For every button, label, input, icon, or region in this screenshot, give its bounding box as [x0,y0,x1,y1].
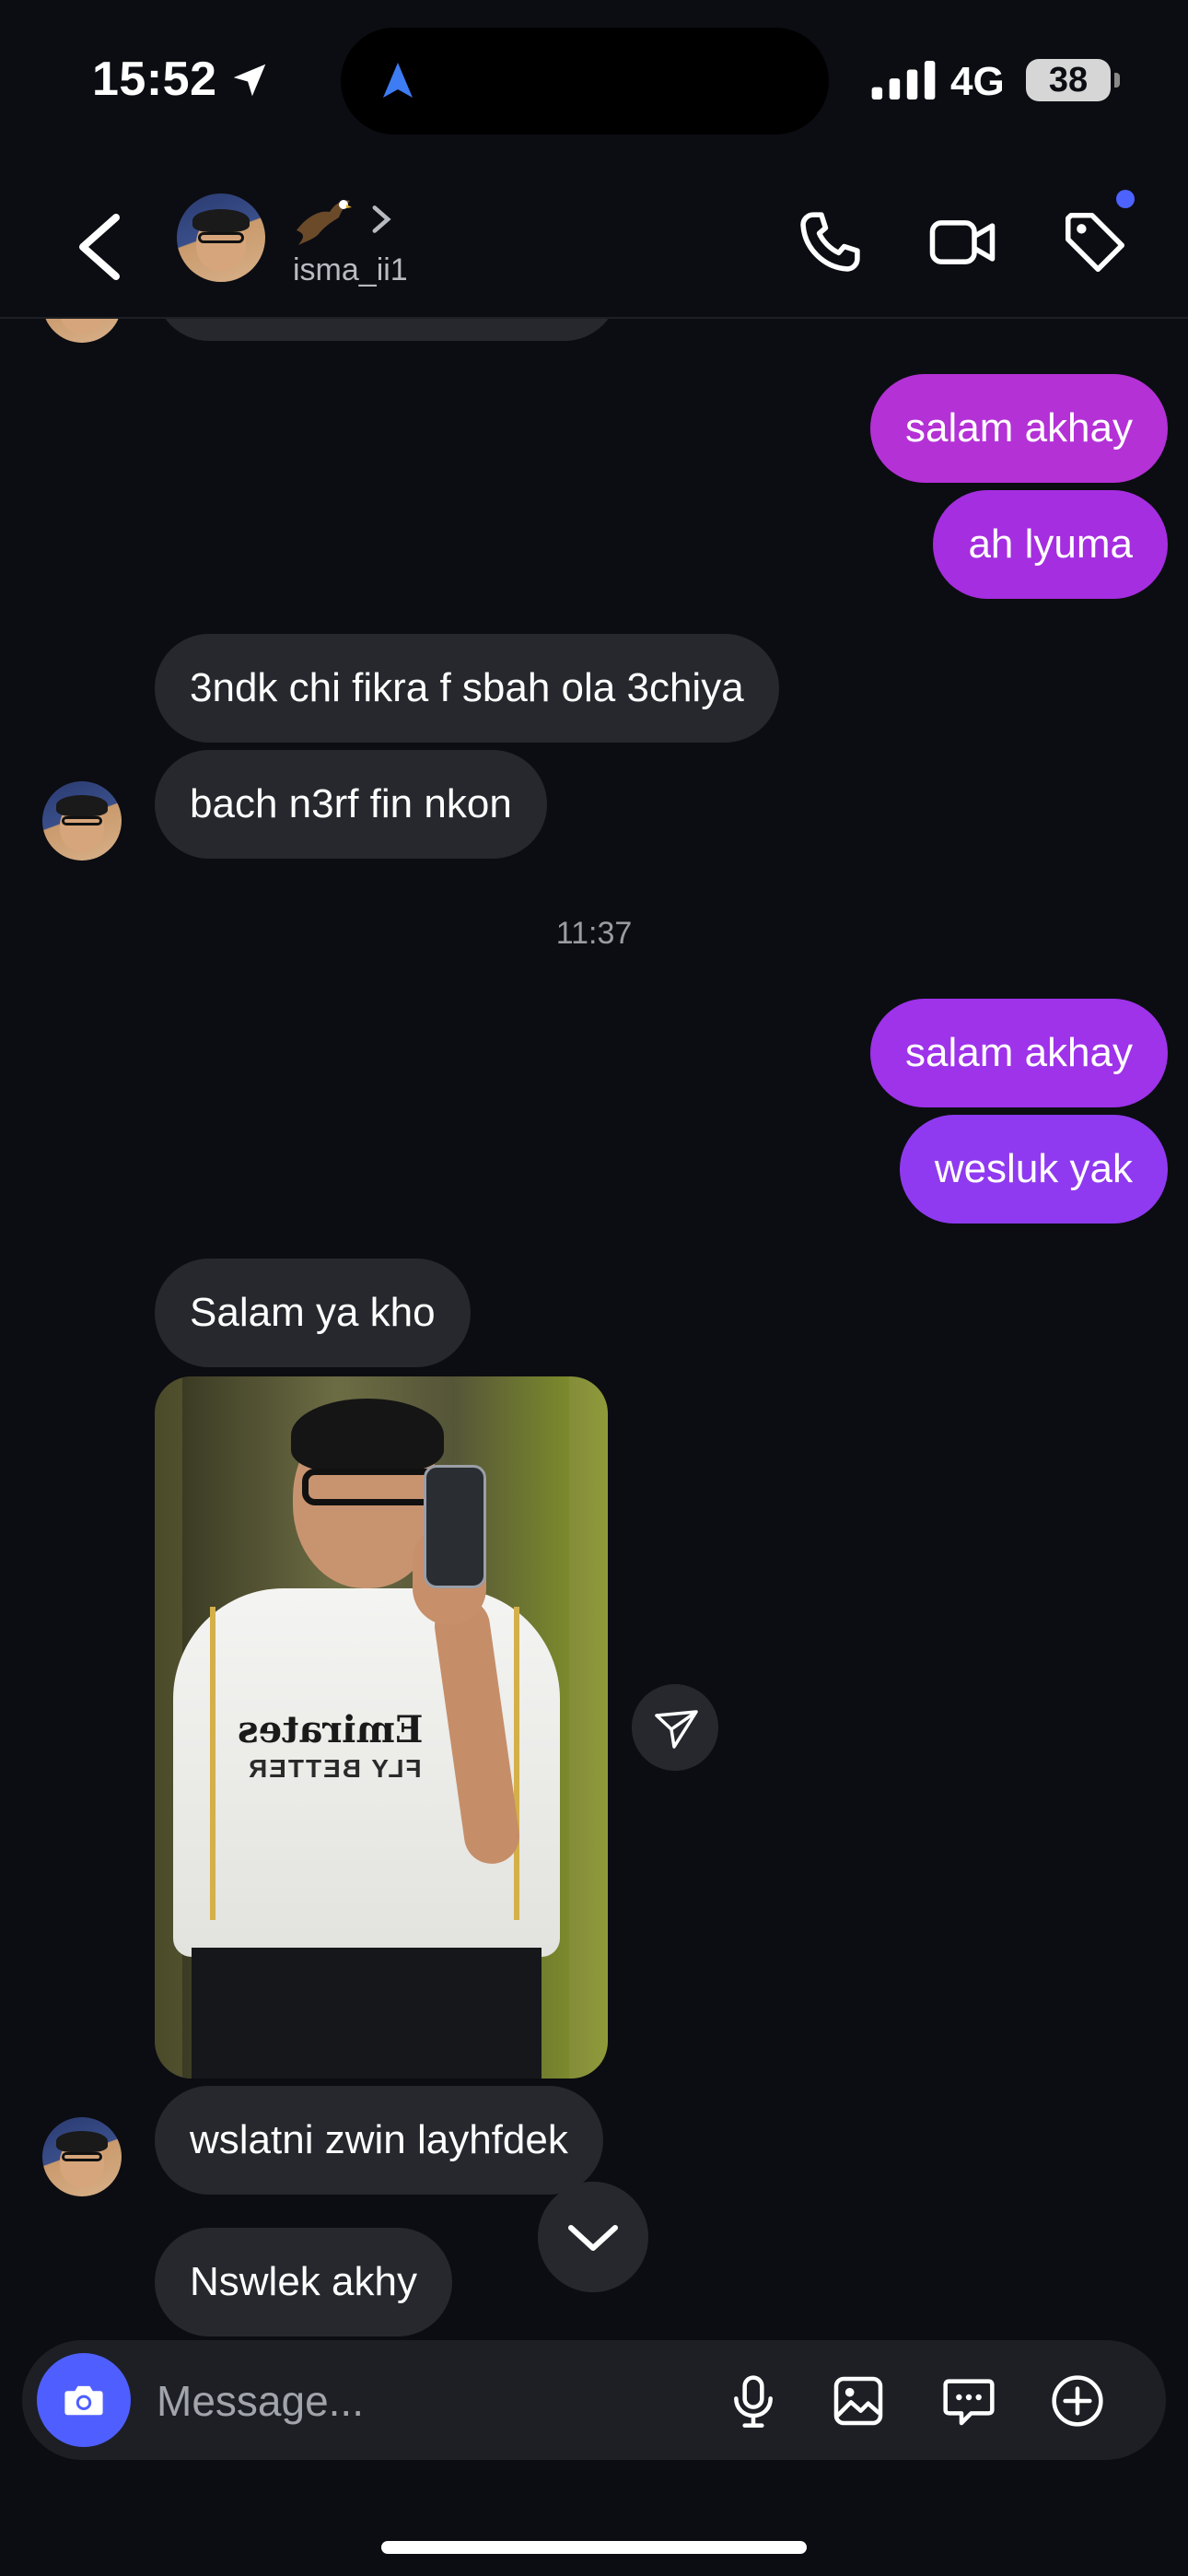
photo-phone [424,1465,486,1588]
battery-nub [1114,73,1120,88]
home-indicator[interactable] [381,2541,807,2554]
sent-message[interactable]: salam akhay [869,374,1168,483]
message-timestamp: 11:37 [555,916,633,951]
network-type: 4G [950,59,1005,104]
scroll-to-bottom-button[interactable] [538,2182,648,2292]
eagle-emoji-icon[interactable] [293,193,352,249]
received-photo[interactable]: Emirates FLY BETTER [155,1376,608,2078]
sent-message[interactable]: salam akhay [869,999,1168,1107]
back-arrow-icon[interactable] [72,210,127,284]
photo-shirt-text: Emirates [238,1708,424,1751]
phone-icon[interactable] [794,206,866,278]
photo-shirt-subtext: FLY BETTER [247,1754,422,1783]
message-input[interactable] [155,2368,674,2434]
received-message[interactable]: bach n3rf fin nkon [155,750,547,859]
photo-shirt-stripe [210,1607,215,1920]
photo-shirt-stripe [514,1607,519,1920]
tag-icon[interactable] [1059,206,1131,278]
received-message[interactable]: Salam ya kho [155,1259,471,1367]
location-arrow-icon [233,64,266,97]
navigation-arrow-icon [383,63,413,98]
share-icon[interactable] [632,1684,718,1771]
image-icon[interactable] [829,2371,888,2430]
battery-indicator: 38 [1026,59,1111,101]
chevron-right-icon[interactable] [368,203,394,236]
contact-avatar-small[interactable] [42,2117,122,2196]
received-message[interactable]: 3ndk chi fikra f sbah ola 3chiya [155,634,779,743]
avatar-hair [56,795,108,816]
received-message[interactable]: wslatni zwin layhfdek [155,2086,603,2195]
chat-header: isma_ii1 [0,166,1188,319]
contact-avatar[interactable] [177,193,265,282]
message-composer [22,2340,1166,2460]
status-time: 15:52 [92,53,217,106]
avatar-hair [192,209,250,233]
camera-button[interactable] [37,2353,131,2447]
video-camera-icon[interactable] [926,206,998,278]
avatar-hair [56,2131,108,2152]
signal-strength-icon [871,61,936,100]
photo-shorts [192,1948,542,2078]
notification-dot [1116,190,1135,208]
sent-message[interactable]: ah lyuma [933,490,1168,599]
camera-icon [64,2385,103,2416]
microphone-icon[interactable] [724,2371,783,2430]
avatar-glasses [61,815,103,826]
avatar-glasses [61,2151,103,2162]
contact-username[interactable]: isma_ii1 [293,252,408,288]
avatar-glasses [198,232,244,243]
contact-avatar-small[interactable] [42,781,122,861]
chat-sticker-icon[interactable] [939,2371,998,2430]
photo-hair [291,1399,444,1472]
sent-message[interactable]: wesluk yak [899,1115,1168,1224]
received-message[interactable]: Nswlek akhy [155,2228,452,2336]
plus-circle-icon[interactable] [1048,2371,1107,2430]
chat-screen: 15:52 4G 38 isma_ii1 salam akhay ah lyum… [0,0,1188,2576]
